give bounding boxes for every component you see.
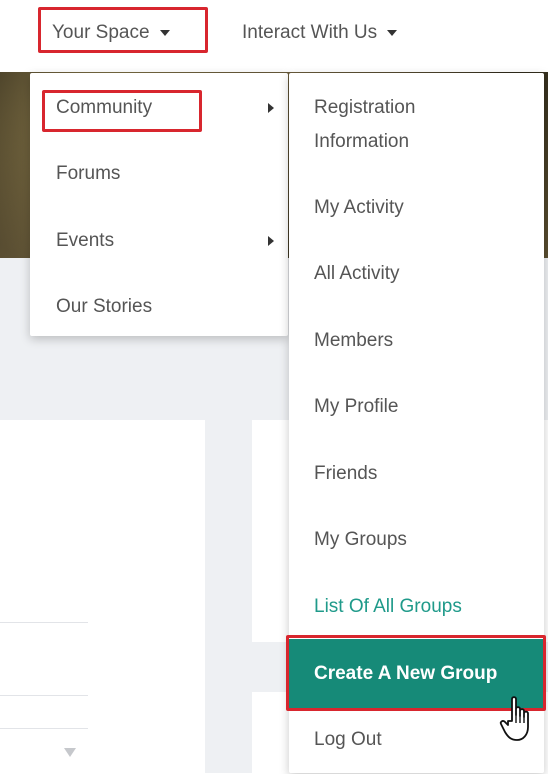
submenu-item-my-profile[interactable]: My Profile: [289, 390, 544, 424]
submenu-item-all-activity[interactable]: All Activity: [289, 257, 544, 291]
submenu-item-label: My Profile: [314, 396, 399, 417]
your-space-menu: Community Forums Events Our Stories: [30, 73, 288, 336]
menu-item-our-stories[interactable]: Our Stories: [30, 290, 288, 324]
select-arrow-icon: [64, 748, 76, 757]
submenu-item-registration[interactable]: Registration Information: [289, 91, 489, 159]
menu-item-forums[interactable]: Forums: [30, 157, 288, 191]
submenu-item-list-all-groups[interactable]: List Of All Groups: [289, 590, 544, 624]
submenu-item-members[interactable]: Members: [289, 324, 544, 358]
content-card-left: [0, 420, 205, 773]
submenu-item-label: List Of All Groups: [314, 596, 462, 617]
hand-pointer-icon: [499, 696, 529, 741]
nav-interact-with-us[interactable]: Interact With Us: [242, 18, 398, 48]
nav-interact-label: Interact With Us: [242, 22, 378, 43]
submenu-item-label: Friends: [314, 463, 378, 484]
submenu-item-label: Log Out: [314, 729, 382, 750]
caret-down-icon: [387, 30, 398, 36]
menu-item-label: Our Stories: [56, 296, 153, 317]
submenu-item-my-activity[interactable]: My Activity: [289, 191, 544, 225]
submenu-item-my-groups[interactable]: My Groups: [289, 523, 544, 557]
menu-item-label: Community: [56, 97, 153, 118]
submenu-item-label: Create A New Group: [314, 663, 498, 684]
submenu-item-label: Registration Information: [314, 97, 416, 152]
submenu-item-label: My Groups: [314, 529, 407, 550]
caret-down-icon: [159, 30, 170, 36]
nav-your-space-label: Your Space: [52, 22, 150, 43]
submenu-item-label: Members: [314, 330, 394, 351]
nav-your-space[interactable]: Your Space: [52, 18, 170, 48]
community-submenu: Registration Information My Activity All…: [289, 73, 544, 773]
menu-item-events[interactable]: Events: [30, 224, 288, 258]
menu-item-label: Forums: [56, 163, 121, 184]
submenu-item-friends[interactable]: Friends: [289, 457, 544, 491]
menu-item-community[interactable]: Community: [30, 91, 288, 125]
text-input[interactable]: [0, 622, 88, 696]
caret-right-icon: [268, 103, 274, 113]
menu-item-label: Events: [56, 230, 115, 251]
caret-right-icon: [268, 236, 274, 246]
submenu-item-label: All Activity: [314, 263, 400, 284]
submenu-item-label: My Activity: [314, 197, 404, 218]
